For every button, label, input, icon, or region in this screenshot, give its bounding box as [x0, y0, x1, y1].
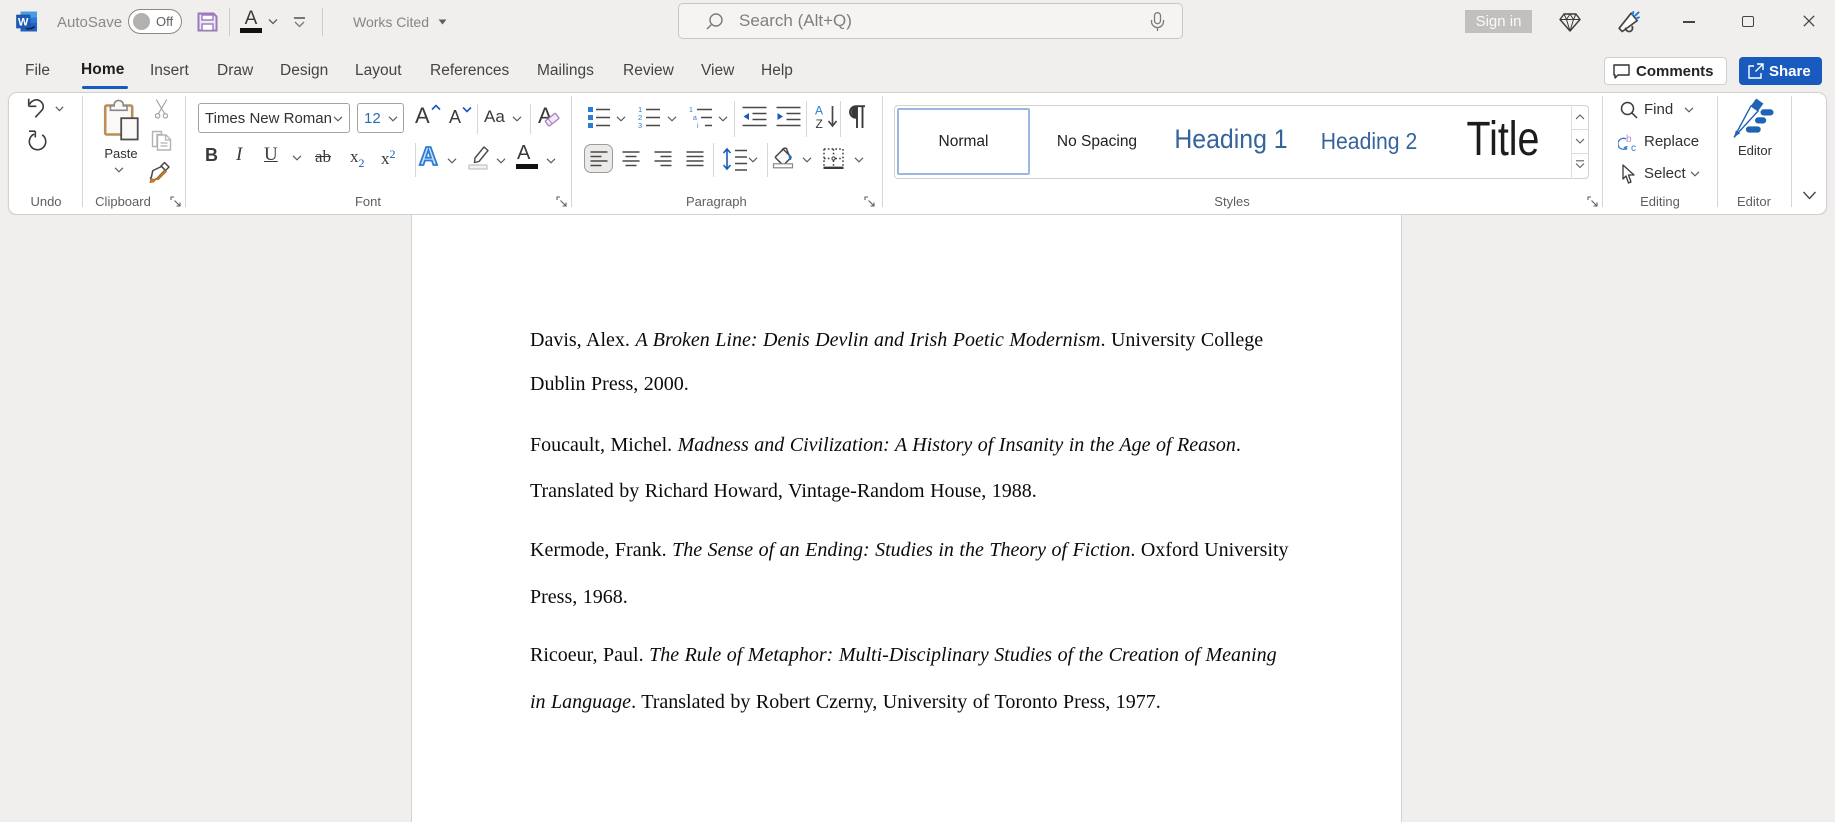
svg-text:i: i [697, 123, 699, 129]
svg-text:1: 1 [689, 107, 693, 114]
svg-text:a: a [693, 115, 697, 122]
svg-text:c: c [1631, 143, 1636, 153]
svg-text:W: W [18, 17, 29, 29]
svg-text:A: A [815, 104, 823, 118]
svg-text:3: 3 [638, 121, 642, 129]
svg-text:Z: Z [816, 117, 823, 130]
